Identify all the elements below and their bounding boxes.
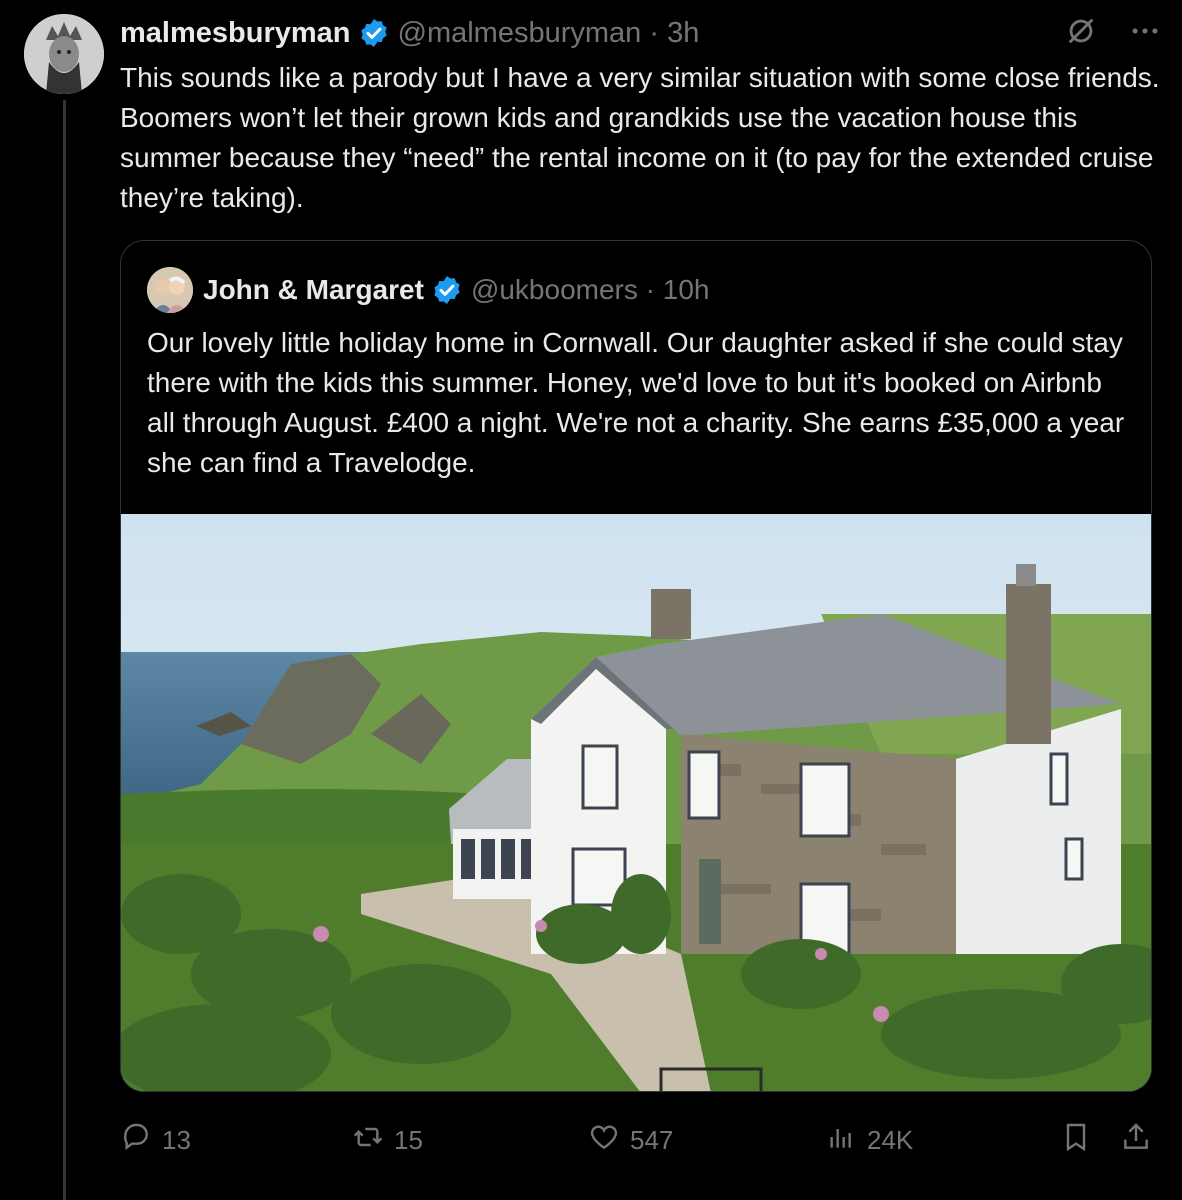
author-display-name[interactable]: malmesburyman xyxy=(120,17,351,50)
repost-button[interactable]: 15 xyxy=(352,1118,423,1162)
verified-badge-icon xyxy=(358,17,390,49)
house-photo[interactable] xyxy=(121,514,1152,1092)
more-icon[interactable] xyxy=(1128,14,1162,53)
post-header: malmesburyman @malmesburyman · 3h xyxy=(120,14,699,52)
grok-icon[interactable] xyxy=(1064,14,1098,53)
repost-count: 15 xyxy=(394,1124,423,1155)
thread-line xyxy=(63,100,66,1200)
quoted-author-avatar xyxy=(147,267,193,313)
views-icon xyxy=(825,1121,857,1160)
quoted-post-header: John & Margaret @ukboomers · 10h xyxy=(147,265,709,315)
quoted-handle[interactable]: @ukboomers xyxy=(471,274,638,306)
quoted-time[interactable]: 10h xyxy=(663,274,710,306)
like-button[interactable]: 547 xyxy=(588,1118,673,1162)
views-count: 24K xyxy=(867,1124,914,1155)
quoted-post-text: Our lovely little holiday home in Cornwa… xyxy=(147,327,1125,478)
quoted-display-name[interactable]: John & Margaret xyxy=(203,274,424,306)
quoted-verified-badge-icon xyxy=(431,274,463,306)
author-avatar[interactable] xyxy=(24,14,104,94)
quoted-separator: · xyxy=(637,274,663,305)
author-handle[interactable]: @malmesburyman xyxy=(398,17,642,50)
reply-button[interactable]: 13 xyxy=(120,1118,191,1162)
avatar-portrait xyxy=(24,14,104,94)
share-icon xyxy=(1120,1121,1152,1160)
header-separator: · xyxy=(641,16,668,49)
top-actions xyxy=(1064,14,1162,53)
post-time[interactable]: 3h xyxy=(667,17,699,50)
repost-icon xyxy=(352,1121,384,1160)
action-bar: 13 15 547 24K xyxy=(120,1118,1162,1162)
like-count: 547 xyxy=(630,1124,674,1155)
reply-count: 13 xyxy=(162,1124,191,1155)
post-text: This sounds like a parody but I have a v… xyxy=(120,62,1160,213)
reply-icon xyxy=(120,1121,152,1160)
bookmark-icon xyxy=(1060,1121,1092,1160)
bookmark-button[interactable] xyxy=(1060,1118,1092,1162)
quoted-post[interactable]: John & Margaret @ukboomers · 10h Our lov… xyxy=(120,240,1152,1092)
share-button[interactable] xyxy=(1120,1118,1152,1162)
like-icon xyxy=(588,1121,620,1160)
views-button[interactable]: 24K xyxy=(825,1118,913,1162)
